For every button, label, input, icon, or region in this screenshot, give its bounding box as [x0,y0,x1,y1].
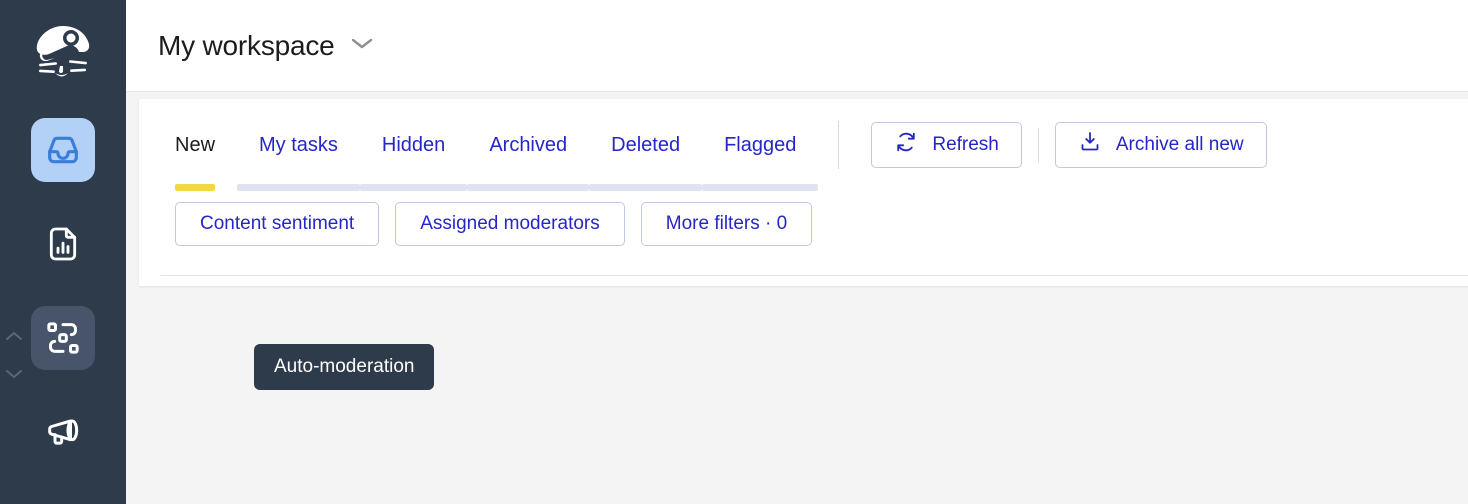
tab-label: Archived [489,133,568,156]
tab-underline-active [175,184,216,191]
sidebar-item-inbox[interactable] [31,118,95,182]
top-bar: My workspace [126,0,1468,92]
filter-content-sentiment[interactable]: Content sentiment [175,202,380,246]
tab-hidden[interactable]: Hidden [359,99,468,191]
actions-group: Refresh Archive all new [839,99,1267,191]
archive-all-new-button[interactable]: Archive all new [1054,122,1267,168]
sidebar-item-automation[interactable] [31,306,95,370]
main-area: My workspace New My tasks Hidden Archive… [126,0,1468,504]
tab-underline [359,184,468,191]
app-logo[interactable] [27,16,99,88]
tab-deleted[interactable]: Deleted [589,99,703,191]
tab-label: Hidden [381,133,446,156]
megaphone-icon [43,412,83,452]
tab-list: New My tasks Hidden Archived Deleted Fla… [175,99,819,191]
tab-archived[interactable]: Archived [467,99,590,191]
sidebar [0,0,126,504]
tooltip-auto-moderation: Auto-moderation [254,344,435,390]
app-root: My workspace New My tasks Hidden Archive… [0,0,1468,504]
tab-my-tasks[interactable]: My tasks [237,99,360,191]
card-footer-space [139,276,1468,286]
refresh-icon [894,130,918,160]
tab-label: My tasks [259,133,338,156]
chevron-down-icon [349,35,375,56]
inbox-icon [43,130,83,170]
tab-new[interactable]: New [175,99,237,191]
workspace-selector[interactable]: My workspace [158,30,375,62]
chevron-up-icon[interactable] [4,330,24,342]
chevron-down-icon[interactable] [4,368,24,380]
tabs-and-actions-row: New My tasks Hidden Archived Deleted Fla… [139,99,1468,191]
refresh-button[interactable]: Refresh [871,122,1022,168]
tab-underline [237,184,360,191]
sidebar-item-announcements[interactable] [31,400,95,464]
archive-all-new-label: Archive all new [1115,134,1244,155]
tab-underline [702,184,819,191]
filter-label: More filters · 0 [665,213,788,234]
filter-more-filters[interactable]: More filters · 0 [640,202,813,246]
filter-assigned-moderators[interactable]: Assigned moderators [395,202,625,246]
sidebar-nav [31,118,95,464]
refresh-label: Refresh [932,134,999,155]
tooltip-label: Auto-moderation [274,356,415,377]
sidebar-scroll-controls [2,330,26,380]
filter-label: Assigned moderators [420,213,600,234]
filter-label: Content sentiment [200,213,355,234]
report-document-icon [43,224,83,264]
content-card: New My tasks Hidden Archived Deleted Fla… [139,99,1468,286]
tab-underline [589,184,703,191]
filters-row: Content sentiment Assigned moderators Mo… [139,191,1468,257]
actions-divider [1037,128,1039,162]
tab-label: New [175,133,216,156]
tab-label: Flagged [724,133,797,156]
tab-flagged[interactable]: Flagged [702,99,819,191]
page-title: My workspace [158,29,335,61]
sidebar-item-reports[interactable] [31,212,95,276]
tab-label: Deleted [611,133,681,156]
mole-logo-icon [36,26,90,77]
automation-nodes-icon [43,318,83,358]
tab-underline [467,184,590,191]
archive-download-icon [1078,130,1102,160]
